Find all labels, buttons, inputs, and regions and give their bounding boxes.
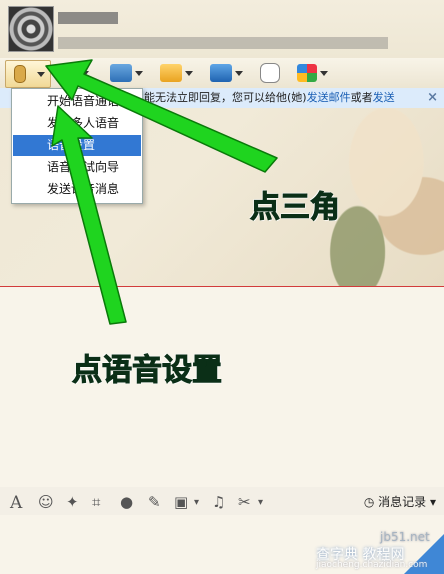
remote-dropdown-caret[interactable] [235, 70, 243, 76]
menu-item-group-voice[interactable]: 发起多人语音 [13, 113, 141, 134]
menu-item-start-voice-call[interactable]: 开始语音通话 [13, 91, 141, 112]
annotation-step1: 点三角 [250, 190, 341, 226]
share-screen-button[interactable] [108, 61, 145, 85]
image-dropdown-caret[interactable]: ▾ [194, 497, 199, 508]
video-call-button[interactable] [58, 61, 91, 85]
apps-dropdown-caret[interactable] [320, 70, 328, 76]
watermark-site3: jiaocheng.chazidian.com [316, 560, 428, 570]
font-icon[interactable]: A [10, 493, 22, 513]
message-history-button[interactable]: ◷ 消息记录 ▾ [364, 493, 436, 510]
chat-toolbar [0, 58, 444, 88]
voice-message-icon[interactable]: ● [120, 493, 133, 511]
screen-share-icon [110, 64, 132, 82]
screenshot-frame-icon[interactable]: ⌗ [92, 493, 100, 511]
file-dropdown-caret[interactable] [185, 70, 193, 76]
scissors-icon[interactable]: ✂ [238, 493, 251, 511]
voice-dropdown-menu: 开始语音通话 发起多人语音 语音设置 语音测试向导 发送语音消息 [11, 88, 143, 204]
folder-icon [160, 64, 182, 82]
annotation-step2: 点语音设置 [72, 353, 223, 389]
voice-call-button[interactable] [5, 60, 51, 88]
add-chat-button[interactable] [258, 61, 282, 85]
share-dropdown-caret[interactable] [135, 70, 143, 76]
contact-signature-blurred [58, 37, 388, 49]
magic-wand-icon[interactable]: ✦ [66, 493, 79, 511]
send-file-button[interactable] [158, 61, 195, 85]
contact-name-blurred [58, 12, 118, 24]
voice-dropdown-caret[interactable] [37, 71, 45, 77]
info-message: 能无法立即回复，您可以给他(她)发送邮件或者发送 [144, 91, 395, 104]
clock-icon: ◷ [363, 495, 375, 509]
send-email-link[interactable]: 发送邮件 [307, 91, 351, 104]
menu-item-send-voice-message[interactable]: 发送语音消息 [13, 179, 141, 200]
menu-item-voice-settings[interactable]: 语音设置 [13, 135, 141, 156]
remote-assist-button[interactable] [208, 61, 245, 85]
contact-avatar[interactable] [8, 6, 54, 52]
menu-item-voice-test-wizard[interactable]: 语音测试向导 [13, 157, 141, 178]
chat-bubble-icon [260, 63, 280, 83]
screenshot-dropdown-caret[interactable]: ▾ [258, 497, 263, 508]
music-icon[interactable]: ♫ [212, 493, 225, 511]
monitor-icon [210, 64, 232, 82]
message-input-area[interactable] [0, 287, 444, 487]
microphone-icon [14, 65, 26, 83]
edit-icon[interactable]: ✎ [148, 493, 161, 511]
camera-icon [60, 64, 78, 82]
close-icon[interactable]: × [427, 88, 438, 108]
image-icon[interactable]: ▣ [174, 493, 188, 511]
apps-grid-icon [297, 64, 317, 82]
window-header [0, 0, 444, 58]
video-dropdown-caret[interactable] [81, 70, 89, 76]
watermark-site1: jb51.net [380, 530, 430, 544]
emoji-icon[interactable]: ☺ [38, 493, 54, 511]
send-link[interactable]: 发送 [373, 91, 395, 104]
apps-button[interactable] [295, 61, 330, 85]
